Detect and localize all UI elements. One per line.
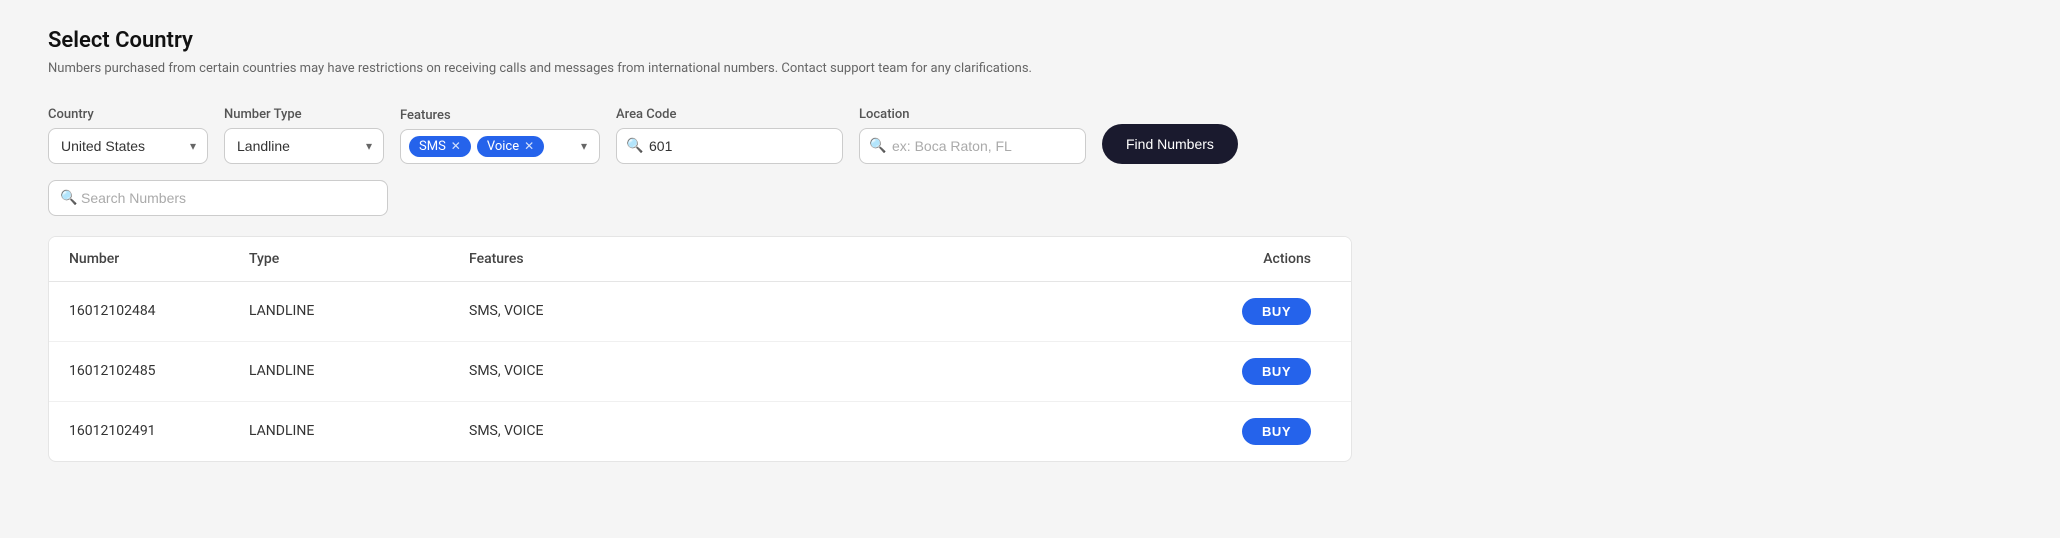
table-row: 16012102485 LANDLINE SMS, VOICE BUY bbox=[49, 341, 1351, 401]
search-numbers-wrapper: 🔍 bbox=[48, 180, 1352, 216]
cell-actions: BUY bbox=[1211, 341, 1351, 401]
table-header: Number Type Features Actions bbox=[49, 237, 1351, 282]
area-code-search-icon: 🔍 bbox=[626, 138, 643, 154]
cell-features: SMS, VOICE bbox=[449, 341, 1211, 401]
col-header-type: Type bbox=[229, 237, 449, 282]
cell-number: 16012102485 bbox=[49, 341, 229, 401]
country-filter-group: Country United States ▾ bbox=[48, 107, 208, 164]
cell-actions: BUY bbox=[1211, 401, 1351, 461]
number-type-select[interactable]: Landline bbox=[224, 128, 384, 164]
voice-tag-label: Voice bbox=[487, 139, 519, 154]
search-numbers-input-wrapper: 🔍 bbox=[48, 180, 1352, 216]
number-type-label: Number Type bbox=[224, 107, 384, 122]
location-input-wrapper: 🔍 bbox=[859, 128, 1086, 164]
country-select-wrapper[interactable]: United States ▾ bbox=[48, 128, 208, 164]
cell-features: SMS, VOICE bbox=[449, 281, 1211, 341]
features-label: Features bbox=[400, 108, 600, 123]
search-numbers-icon: 🔍 bbox=[60, 190, 77, 206]
location-filter-group: Location 🔍 bbox=[859, 107, 1086, 164]
table-body: 16012102484 LANDLINE SMS, VOICE BUY 1601… bbox=[49, 281, 1351, 461]
cell-actions: BUY bbox=[1211, 281, 1351, 341]
area-code-filter-group: Area Code 🔍 bbox=[616, 107, 843, 164]
buy-button[interactable]: BUY bbox=[1242, 418, 1311, 445]
col-header-features: Features bbox=[449, 237, 1211, 282]
voice-tag[interactable]: Voice ✕ bbox=[477, 136, 544, 157]
find-numbers-button[interactable]: Find Numbers bbox=[1102, 124, 1238, 164]
cell-number: 16012102484 bbox=[49, 281, 229, 341]
search-numbers-input[interactable] bbox=[48, 180, 388, 216]
features-select-wrapper[interactable]: SMS ✕ Voice ✕ ▾ bbox=[400, 129, 600, 164]
location-label: Location bbox=[859, 107, 1086, 122]
page-container: Select Country Numbers purchased from ce… bbox=[0, 0, 1400, 490]
table-row: 16012102491 LANDLINE SMS, VOICE BUY bbox=[49, 401, 1351, 461]
location-search-icon: 🔍 bbox=[869, 138, 886, 154]
country-label: Country bbox=[48, 107, 208, 122]
cell-type: LANDLINE bbox=[229, 281, 449, 341]
col-header-number: Number bbox=[49, 237, 229, 282]
cell-number: 16012102491 bbox=[49, 401, 229, 461]
numbers-table-container: Number Type Features Actions 16012102484… bbox=[48, 236, 1352, 462]
number-type-filter-group: Number Type Landline ▾ bbox=[224, 107, 384, 164]
sms-tag-remove-icon[interactable]: ✕ bbox=[451, 139, 461, 153]
numbers-table: Number Type Features Actions 16012102484… bbox=[49, 237, 1351, 461]
location-input[interactable] bbox=[859, 128, 1086, 164]
buy-button[interactable]: BUY bbox=[1242, 358, 1311, 385]
features-chevron-icon: ▾ bbox=[581, 139, 587, 153]
filter-row: Country United States ▾ Number Type Land… bbox=[48, 107, 1352, 164]
cell-features: SMS, VOICE bbox=[449, 401, 1211, 461]
features-filter-group: Features SMS ✕ Voice ✕ ▾ bbox=[400, 108, 600, 164]
page-title: Select Country bbox=[48, 28, 1352, 53]
col-header-actions: Actions bbox=[1211, 237, 1351, 282]
area-code-input[interactable] bbox=[616, 128, 843, 164]
cell-type: LANDLINE bbox=[229, 341, 449, 401]
area-code-label: Area Code bbox=[616, 107, 843, 122]
page-subtitle: Numbers purchased from certain countries… bbox=[48, 59, 1352, 79]
area-code-input-wrapper: 🔍 bbox=[616, 128, 843, 164]
cell-type: LANDLINE bbox=[229, 401, 449, 461]
sms-tag-label: SMS bbox=[419, 139, 446, 154]
table-row: 16012102484 LANDLINE SMS, VOICE BUY bbox=[49, 281, 1351, 341]
number-type-select-wrapper[interactable]: Landline ▾ bbox=[224, 128, 384, 164]
country-select[interactable]: United States bbox=[48, 128, 208, 164]
buy-button[interactable]: BUY bbox=[1242, 298, 1311, 325]
sms-tag[interactable]: SMS ✕ bbox=[409, 136, 471, 157]
voice-tag-remove-icon[interactable]: ✕ bbox=[524, 139, 534, 153]
